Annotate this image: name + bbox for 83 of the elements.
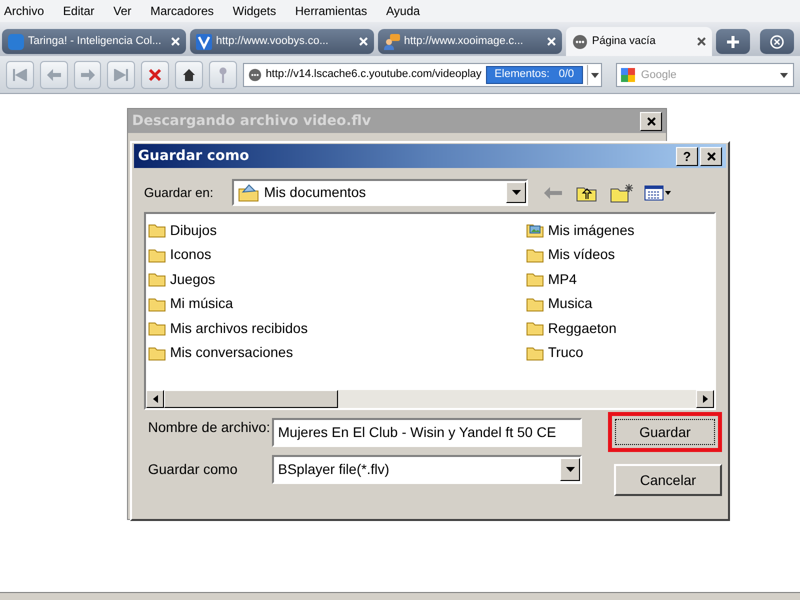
person-icon [384, 34, 400, 50]
folder-icon [148, 246, 166, 263]
home-button[interactable] [175, 60, 203, 88]
window-title: Descargando archivo video.flv [132, 112, 371, 130]
folder-icon [526, 344, 544, 361]
pictures-folder-icon [526, 222, 544, 238]
dropdown-arrow-button[interactable] [560, 458, 580, 481]
file-item[interactable]: Mis imágenes [526, 218, 634, 242]
folder-icon [148, 320, 166, 336]
close-button[interactable] [700, 146, 722, 166]
type-label: Guardar como [148, 460, 238, 479]
address-text: http://v14.lscache6.c.youtube.com/videoplay [266, 67, 482, 82]
browser-tab[interactable]: Página vacía [566, 27, 712, 56]
file-item[interactable]: Musica [526, 292, 634, 316]
folder-icon [148, 344, 166, 361]
menu-item[interactable]: Herramientas [295, 2, 368, 20]
folder-icon [526, 246, 544, 263]
forward-icon [80, 68, 95, 80]
filename-field[interactable]: Mujeres En El Club - Wisin y Yandel ft 50 CE [272, 418, 582, 447]
folder-icon [148, 222, 166, 238]
address-field[interactable]: http://v14.lscache6.c.youtube.com/videoplay Elementos: 0/0 [242, 62, 602, 86]
save-in-dropdown[interactable]: Mis documentos [232, 179, 528, 206]
dropdown-icon[interactable] [587, 64, 602, 84]
close-icon [706, 152, 716, 160]
close-icon[interactable] [697, 37, 706, 46]
browser-tab[interactable]: http://www.voobys.co... [190, 29, 374, 54]
help-button[interactable]: ? [676, 146, 698, 166]
fast-forward-icon [114, 68, 128, 80]
stop-button[interactable] [141, 60, 170, 88]
rewind-icon [12, 68, 27, 80]
menu-item[interactable]: Archivo [4, 2, 44, 20]
right-arrow-icon [702, 395, 708, 403]
documents-folder-icon [238, 184, 260, 202]
dropdown-arrow-button[interactable] [506, 182, 526, 203]
browser-tab[interactable]: Taringa! - Inteligencia Col... [2, 29, 186, 54]
file-item[interactable]: Juegos [148, 267, 526, 292]
new-folder-icon[interactable] [610, 182, 634, 202]
google-icon [620, 66, 636, 82]
folder-icon [526, 296, 544, 312]
browser-tab[interactable]: http://www.xooimage.c... [378, 29, 562, 54]
file-item[interactable]: Mi música [148, 292, 526, 316]
caret-icon [512, 190, 520, 195]
file-item[interactable]: Reggaeton [526, 316, 634, 340]
search-field[interactable]: Google [616, 62, 794, 86]
dialog-button[interactable]: Guardar [608, 412, 722, 452]
menu-item[interactable]: Ver [113, 2, 132, 20]
menu-item[interactable]: Editar [63, 2, 94, 20]
close-icon [646, 116, 656, 126]
elements-badge: Elementos: 0/0 [486, 66, 584, 84]
view-menu-icon[interactable] [644, 184, 672, 200]
file-item[interactable]: Truco [526, 340, 634, 365]
menu-item[interactable]: Widgets [232, 2, 276, 20]
folder-icon [148, 296, 166, 312]
file-item[interactable]: MP4 [526, 267, 634, 292]
dialog-button[interactable]: Cancelar [614, 464, 722, 496]
menu-item[interactable]: Marcadores [150, 2, 214, 20]
plus-icon [727, 36, 739, 48]
type-dropdown[interactable]: BSplayer file(*.flv) [272, 455, 582, 484]
scroll-thumb[interactable] [164, 390, 338, 408]
stop-icon [148, 68, 162, 82]
folder-icon [526, 271, 544, 288]
folder-icon [148, 271, 166, 288]
file-item[interactable]: Mis conversaciones [148, 340, 526, 365]
home-icon [182, 68, 196, 82]
horizontal-scrollbar[interactable] [146, 390, 714, 408]
back-icon [46, 68, 61, 80]
filename-label: Nombre de archivo: [148, 418, 272, 436]
file-item[interactable]: Dibujos [148, 218, 526, 242]
v-logo-icon [196, 34, 212, 50]
close-button[interactable] [640, 112, 662, 130]
file-item[interactable]: Mis archivos recibidos [148, 316, 526, 340]
left-arrow-icon [152, 395, 158, 403]
file-item[interactable]: Iconos [148, 242, 526, 267]
menu-item[interactable]: Ayuda [386, 2, 420, 20]
new-tab-button[interactable] [716, 29, 750, 54]
file-item[interactable]: Mis vídeos [526, 242, 634, 267]
page-icon [572, 34, 588, 50]
save-in-label: Guardar en: [144, 184, 214, 202]
page-icon [248, 68, 262, 82]
closed-tabs-button[interactable] [760, 29, 794, 54]
folder-icon [526, 320, 544, 336]
caret-icon [566, 467, 574, 472]
window-title: Guardar como [138, 146, 250, 166]
